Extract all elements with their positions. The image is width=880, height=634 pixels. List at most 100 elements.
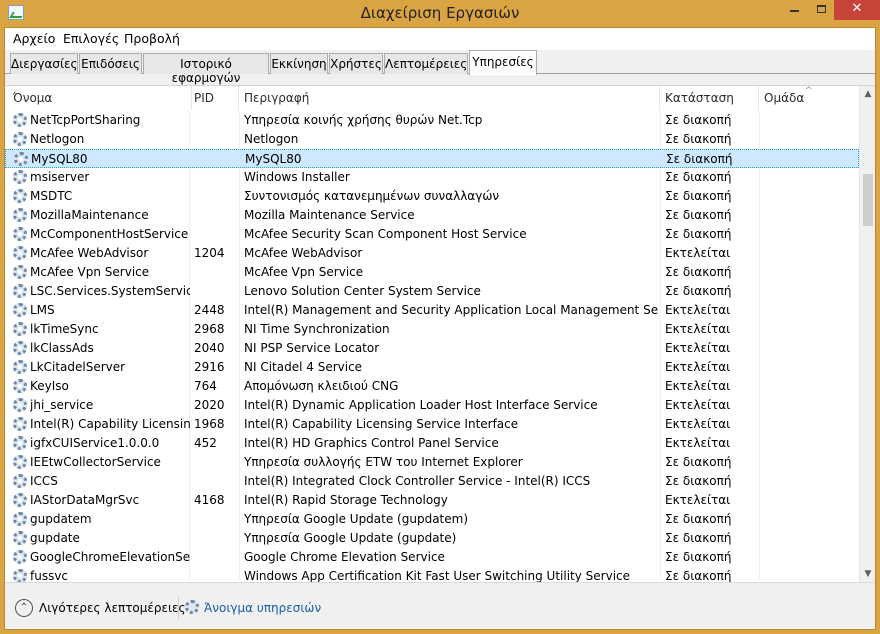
- tab-strip: Διεργασίες Επιδόσεις Ιστορικό εφαρμογών …: [5, 50, 875, 85]
- service-gear-icon: [13, 360, 27, 374]
- service-description: Intel(R) Rapid Storage Technology: [244, 493, 448, 507]
- table-row[interactable]: gupdate Υπηρεσία Google Update (gupdate) Σ…: [5, 529, 859, 548]
- service-gear-icon: [13, 379, 27, 393]
- table-row[interactable]: MozillaMaintenance Mozilla Maintenance Se…: [5, 206, 859, 225]
- maximize-icon: [816, 5, 826, 13]
- column-description[interactable]: Περιγραφή: [239, 86, 660, 110]
- service-name: MySQL80: [31, 152, 88, 166]
- title-bar[interactable]: Διαχείριση Εργασιών ✕: [0, 0, 880, 27]
- table-row[interactable]: LSC.Services.SystemService Lenovo Solutio…: [5, 282, 859, 301]
- service-gear-icon: [13, 208, 27, 222]
- service-pid: 764: [194, 379, 217, 393]
- tab-startup[interactable]: Εκκίνηση: [270, 53, 328, 74]
- table-row-selected[interactable]: MySQL80 MySQL80 Σε διακοπή: [5, 149, 859, 168]
- scroll-down-icon[interactable]: ▼: [860, 566, 875, 582]
- service-gear-icon: [13, 436, 27, 450]
- table-row[interactable]: McAfee WebAdvisor 1204 McAfee WebAdvisor Εκ…: [5, 244, 859, 263]
- column-name[interactable]: Όνομα: [8, 86, 192, 110]
- table-row[interactable]: ICCS Intel(R) Integrated Clock Controller…: [5, 472, 859, 491]
- service-description: Υπηρεσία συλλογής ETW του Internet Explo…: [244, 455, 523, 469]
- scrollbar-thumb[interactable]: [863, 174, 873, 226]
- service-description: Intel(R) Capability Licensing Service In…: [244, 417, 519, 431]
- close-button[interactable]: ✕: [834, 0, 880, 20]
- close-icon: ✕: [851, 1, 863, 16]
- service-name: LkCitadelServer: [30, 360, 126, 374]
- service-description: McAfee Security Scan Component Host Serv…: [244, 227, 527, 241]
- tab-services[interactable]: Υπηρεσίες: [469, 50, 537, 75]
- table-row[interactable]: Netlogon Netlogon Σε διακοπή: [5, 130, 859, 149]
- service-gear-icon: [14, 152, 28, 166]
- table-row[interactable]: IEEtwCollectorService Υπηρεσία συλλογής E…: [5, 453, 859, 472]
- fewer-details-button[interactable]: ⌃: [15, 599, 33, 617]
- table-row[interactable]: jhi_service 2020 Intel(R) Dynamic Applicat…: [5, 396, 859, 415]
- table-row[interactable]: IAStorDataMgrSvc 4168 Intel(R) Rapid Stora…: [5, 491, 859, 510]
- service-pid: 1968: [194, 417, 225, 431]
- service-name: Netlogon: [30, 132, 85, 146]
- service-gear-icon: [13, 398, 27, 412]
- maximize-button[interactable]: [808, 0, 834, 20]
- table-row[interactable]: MSDTC Συντονισμός κατανεμημένων συναλλαγώ…: [5, 187, 859, 206]
- table-row[interactable]: gupdatem Υπηρεσία Google Update (gupdatem…: [5, 510, 859, 529]
- column-pid[interactable]: PID: [189, 86, 239, 110]
- service-name: GoogleChromeElevationSer...: [30, 550, 190, 564]
- service-gear-icon: [13, 284, 27, 298]
- service-description: McAfee WebAdvisor: [244, 246, 363, 260]
- tab-app-history[interactable]: Ιστορικό εφαρμογών: [143, 53, 269, 85]
- service-gear-icon: [13, 550, 27, 564]
- menu-options[interactable]: Επιλογές: [63, 31, 119, 46]
- table-row[interactable]: igfxCUIService1.0.0.0 452 Intel(R) HD Grap…: [5, 434, 859, 453]
- column-status[interactable]: Κατάσταση: [660, 86, 759, 110]
- menu-file[interactable]: Αρχείο: [13, 31, 55, 46]
- table-row[interactable]: KeyIso 764 Απομόνωση κλειδιού CNG Εκτελείτα…: [5, 377, 859, 396]
- table-row[interactable]: LMS 2448 Intel(R) Management and Security …: [5, 301, 859, 320]
- service-status: Εκτελείται: [665, 493, 731, 507]
- table-row[interactable]: McAfee Vpn Service McAfee Vpn Service Σε δ…: [5, 263, 859, 282]
- table-row[interactable]: McComponentHostService McAfee Security Sc…: [5, 225, 859, 244]
- minimize-button[interactable]: [781, 0, 808, 20]
- scroll-up-icon[interactable]: ▲: [860, 86, 875, 103]
- service-name: igfxCUIService1.0.0.0: [30, 436, 160, 450]
- service-gear-icon: [13, 189, 27, 203]
- open-services-link[interactable]: Άνοιγμα υπηρεσιών: [204, 601, 321, 615]
- service-description: Intel(R) Dynamic Application Loader Host…: [244, 398, 598, 412]
- table-row[interactable]: LkCitadelServer 2916 NI Citadel 4 Service Ε…: [5, 358, 859, 377]
- tab-performance[interactable]: Επιδόσεις: [79, 53, 142, 74]
- table-row[interactable]: Intel(R) Capability Licensin... 1968 Intel…: [5, 415, 859, 434]
- tab-details[interactable]: Λεπτομέρειες: [384, 53, 468, 74]
- service-status: Σε διακοπή: [665, 113, 732, 127]
- services-list: Όνομα PID Περιγραφή Κατάσταση Ομάδα ^ Ne…: [5, 85, 875, 582]
- service-pid: 4168: [194, 493, 225, 507]
- service-name: KeyIso: [30, 379, 69, 393]
- table-row[interactable]: lkTimeSync 2968 NI Time Synchronization Εκτ…: [5, 320, 859, 339]
- service-pid: 1204: [194, 246, 225, 260]
- service-description: NI PSP Service Locator: [244, 341, 380, 355]
- service-status: Εκτελείται: [665, 398, 731, 412]
- service-description: McAfee Vpn Service: [244, 265, 364, 279]
- service-description: Intel(R) Management and Security Applica…: [244, 303, 659, 317]
- service-name: fussvc: [30, 569, 69, 582]
- service-status: Εκτελείται: [665, 322, 731, 336]
- service-pid: 2916: [194, 360, 225, 374]
- service-status: Εκτελείται: [665, 341, 731, 355]
- menu-view[interactable]: Προβολή: [124, 31, 180, 46]
- service-status: Εκτελείται: [665, 436, 731, 450]
- tab-users[interactable]: Χρήστες: [329, 53, 383, 74]
- table-row[interactable]: lkClassAds 2040 NI PSP Service Locator Εκτε…: [5, 339, 859, 358]
- vertical-scrollbar[interactable]: ▲ ▼: [859, 86, 875, 582]
- table-row[interactable]: fussvc Windows App Certification Kit Fast…: [5, 567, 859, 582]
- table-row[interactable]: msiserver Windows Installer Σε διακοπή: [5, 168, 859, 187]
- fewer-details-label[interactable]: Λιγότερες λεπτομέρειες: [39, 601, 186, 615]
- service-name: LMS: [30, 303, 55, 317]
- service-description: Windows App Certification Kit Fast User …: [244, 569, 631, 582]
- service-pid: 452: [194, 436, 217, 450]
- service-name: MozillaMaintenance: [30, 208, 149, 222]
- service-status: Σε διακοπή: [665, 569, 732, 582]
- service-gear-icon: [13, 113, 27, 127]
- tab-processes[interactable]: Διεργασίες: [10, 53, 78, 74]
- service-gear-icon: [13, 170, 27, 184]
- table-row[interactable]: NetTcpPortSharing Υπηρεσία κοινής χρήσης …: [5, 111, 859, 130]
- service-gear-icon: [13, 322, 27, 336]
- service-description: Απομόνωση κλειδιού CNG: [244, 379, 399, 393]
- table-row[interactable]: GoogleChromeElevationSer... Google Chrome…: [5, 548, 859, 567]
- service-description: Google Chrome Elevation Service: [244, 550, 445, 564]
